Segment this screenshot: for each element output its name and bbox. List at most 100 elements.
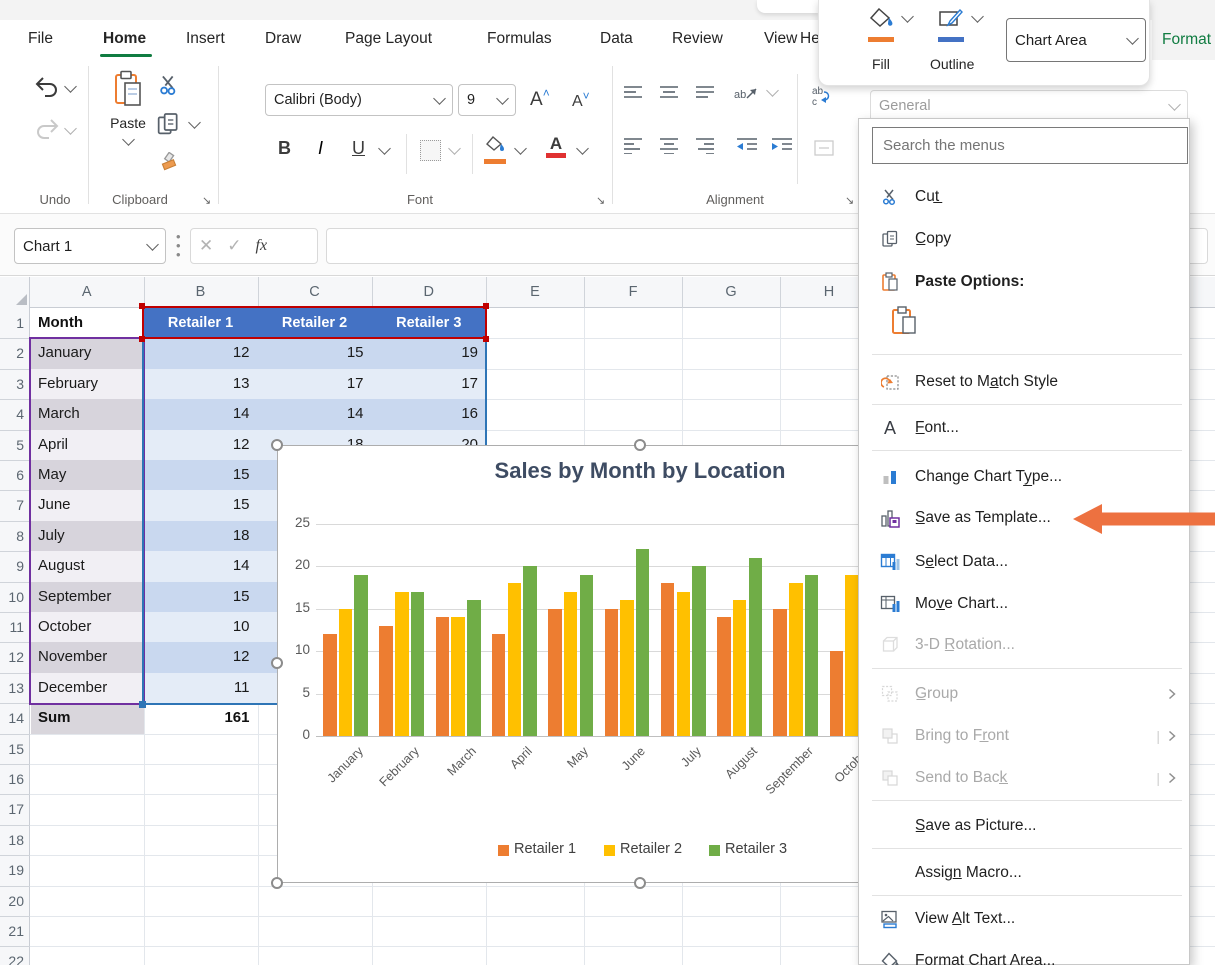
row-header-13[interactable]: 13	[0, 673, 24, 703]
name-box-splitter[interactable]: •••	[176, 232, 181, 259]
fill-button[interactable]	[868, 8, 894, 42]
outline-button[interactable]	[938, 8, 964, 42]
column-header-D[interactable]: D	[372, 277, 487, 308]
copy-button[interactable]	[156, 112, 180, 141]
bar-retailer1-january[interactable]	[323, 634, 337, 736]
font-name-combo[interactable]: Calibri (Body)	[265, 84, 453, 116]
decrease-font-button[interactable]: A˅	[572, 89, 590, 111]
blue-fill-handle[interactable]	[139, 701, 146, 708]
bar-retailer3-september[interactable]	[805, 575, 819, 737]
bar-retailer2-may[interactable]	[564, 592, 578, 737]
bar-retailer1-october[interactable]	[830, 651, 844, 736]
decrease-indent-button[interactable]	[735, 136, 759, 159]
column-header-E[interactable]: E	[486, 277, 584, 308]
menu-item-paste-options[interactable]: Paste Options:	[858, 266, 1190, 298]
paste-button[interactable]: Paste	[106, 70, 150, 149]
tab-formulas[interactable]: Formulas	[487, 30, 552, 48]
paste-option-keep-formatting-button[interactable]	[886, 300, 922, 342]
row-header-14[interactable]: 14	[0, 703, 24, 733]
font-size-combo[interactable]: 9	[458, 84, 516, 116]
bar-retailer3-may[interactable]	[580, 575, 594, 737]
menu-search-input[interactable]	[872, 127, 1188, 164]
selection-red-series-names[interactable]	[142, 306, 487, 339]
menu-item-reset-to-match-style[interactable]: Reset to Ma̲tch Style	[858, 366, 1190, 398]
bar-retailer1-may[interactable]	[548, 609, 562, 737]
menu-item-assign-macro[interactable]: Assign̲ Macro...	[858, 857, 1190, 889]
menu-item-copy[interactable]: C̲opy	[858, 223, 1190, 255]
chart-resize-handle[interactable]	[271, 657, 283, 669]
cell-sum-total[interactable]: 161	[150, 703, 250, 733]
tab-format[interactable]: Format	[1162, 31, 1211, 49]
menu-item-send-to-back[interactable]: Send to Back̲|	[858, 762, 1190, 794]
font-color-button[interactable]: A	[546, 134, 566, 158]
bar-retailer3-june[interactable]	[636, 549, 650, 736]
bar-retailer2-february[interactable]	[395, 592, 409, 737]
bar-retailer3-february[interactable]	[411, 592, 425, 737]
red-handle[interactable]	[139, 336, 145, 342]
menu-item-cut[interactable]: Cut̲	[858, 181, 1190, 213]
fx-icon[interactable]: fx	[256, 237, 268, 255]
align-middle-button[interactable]	[658, 84, 680, 107]
tab-data[interactable]: Data	[600, 30, 633, 48]
submenu-arrow-icon[interactable]: |	[1156, 728, 1176, 744]
menu-item-group[interactable]: G̲roup	[858, 678, 1190, 710]
chart-element-combo[interactable]: Chart Area	[1006, 18, 1146, 62]
cancel-icon[interactable]: ✕	[199, 236, 213, 256]
red-handle[interactable]	[139, 303, 145, 309]
cell-sum-label[interactable]: Sum	[38, 703, 138, 733]
wrap-text-button[interactable]: abc	[810, 84, 836, 113]
menu-item-view-alt-text[interactable]: View A̲lt Text...	[858, 903, 1190, 935]
column-header-C[interactable]: C	[258, 277, 372, 308]
bar-retailer2-january[interactable]	[339, 609, 353, 737]
chart-resize-handle[interactable]	[271, 877, 283, 889]
bar-retailer2-march[interactable]	[451, 617, 465, 736]
cut-button[interactable]	[158, 74, 180, 101]
bar-retailer1-june[interactable]	[605, 609, 619, 737]
selection-purple-categories[interactable]	[29, 337, 145, 705]
bar-retailer3-july[interactable]	[692, 566, 706, 736]
bar-retailer2-september[interactable]	[789, 583, 803, 736]
menu-item-move-chart[interactable]: Mov̲e Chart...	[858, 588, 1190, 620]
align-bottom-button[interactable]	[694, 84, 716, 107]
tab-file[interactable]: File	[28, 30, 53, 48]
menu-item-font[interactable]: AF̲ont...	[858, 412, 1190, 444]
row-header-6[interactable]: 6	[0, 460, 24, 490]
menu-item-format-chart-area[interactable]: Format Chart Area...	[858, 945, 1190, 965]
submenu-arrow-icon[interactable]: |	[1156, 770, 1176, 786]
cell-A1[interactable]: Month	[38, 308, 138, 338]
bar-retailer3-march[interactable]	[467, 600, 481, 736]
tab-home[interactable]: Home	[103, 30, 146, 48]
legend-label-3[interactable]: Retailer 3	[725, 841, 787, 857]
row-header-12[interactable]: 12	[0, 642, 24, 672]
align-center-button[interactable]	[658, 136, 680, 159]
row-header-3[interactable]: 3	[0, 369, 24, 399]
bar-retailer2-october[interactable]	[845, 575, 859, 737]
chart-resize-handle[interactable]	[634, 439, 646, 451]
bar-retailer3-august[interactable]	[749, 558, 763, 737]
orientation-button[interactable]: ab	[733, 82, 759, 109]
bar-retailer2-july[interactable]	[677, 592, 691, 737]
legend-swatch-3[interactable]	[709, 845, 720, 856]
column-header-F[interactable]: F	[584, 277, 682, 308]
row-header-18[interactable]: 18	[0, 825, 24, 855]
name-box[interactable]: Chart 1	[14, 228, 166, 264]
row-header-11[interactable]: 11	[0, 612, 24, 642]
bar-retailer1-march[interactable]	[436, 617, 450, 736]
row-header-15[interactable]: 15	[0, 734, 24, 764]
bar-retailer1-september[interactable]	[773, 609, 787, 737]
row-header-5[interactable]: 5	[0, 430, 24, 460]
tab-view[interactable]: View	[764, 30, 797, 48]
row-header-16[interactable]: 16	[0, 764, 24, 794]
alignment-dialog-launcher[interactable]: ↘	[845, 194, 854, 207]
submenu-arrow-icon[interactable]	[1168, 688, 1176, 700]
bold-button[interactable]: B	[278, 138, 291, 159]
bar-retailer2-april[interactable]	[508, 583, 522, 736]
increase-indent-button[interactable]	[770, 136, 794, 159]
bar-retailer2-august[interactable]	[733, 600, 747, 736]
enter-icon[interactable]: ✓	[227, 236, 241, 256]
row-header-7[interactable]: 7	[0, 490, 24, 520]
menu-item-change-chart-type[interactable]: Change Chart Ty̲pe...	[858, 461, 1190, 493]
align-top-button[interactable]	[622, 84, 644, 107]
font-dialog-launcher[interactable]: ↘	[596, 194, 605, 207]
merge-center-button[interactable]	[814, 140, 834, 161]
